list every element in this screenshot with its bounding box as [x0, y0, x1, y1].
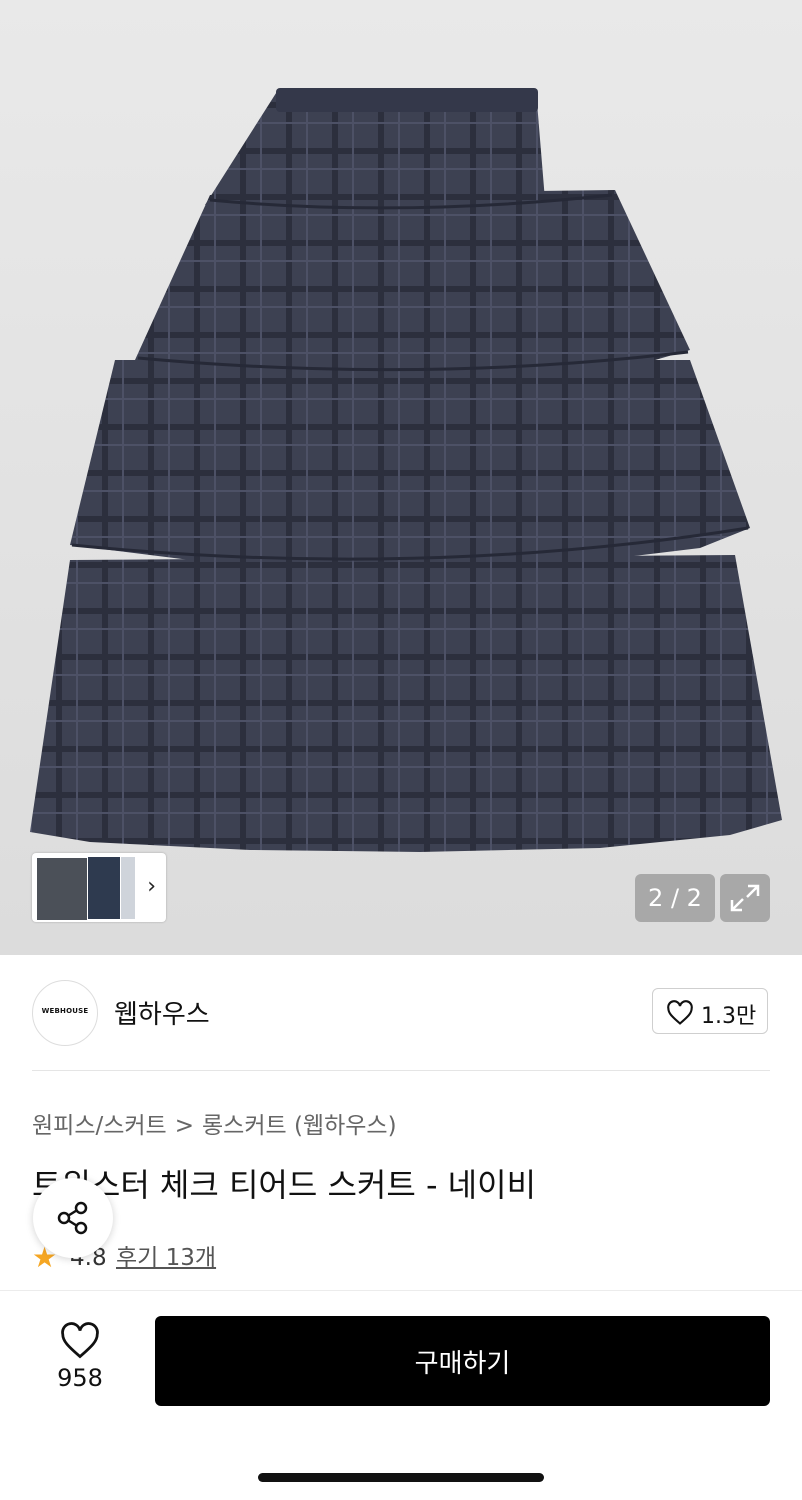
breadcrumb-separator-icon: >: [174, 1113, 194, 1139]
breadcrumb-category[interactable]: 원피스/스커트: [32, 1113, 167, 1139]
wishlist-button[interactable]: 958: [40, 1318, 120, 1398]
breadcrumb-subcategory[interactable]: 롱스커트 (웹하우스): [202, 1113, 397, 1139]
brand-like-button[interactable]: 1.3만: [652, 988, 768, 1034]
heart-icon: [667, 1000, 693, 1025]
brand-row: WEBHOUSE 웹하우스 1.3만: [32, 980, 770, 1046]
expand-button[interactable]: [720, 874, 770, 922]
brand-logo[interactable]: WEBHOUSE: [32, 980, 98, 1046]
home-indicator: [258, 1473, 544, 1482]
brand-logo-text: WEBHOUSE: [41, 1007, 89, 1015]
bottom-bar-divider: [0, 1290, 802, 1291]
product-image: [30, 88, 782, 852]
share-button[interactable]: [33, 1178, 113, 1258]
chevron-right-icon[interactable]: ›: [147, 874, 156, 899]
thumbnail-2[interactable]: [88, 857, 120, 919]
expand-icon: [730, 884, 760, 912]
wishlist-count: 958: [57, 1364, 103, 1392]
share-icon: [57, 1201, 88, 1235]
brand-like-count: 1.3만: [701, 1004, 757, 1029]
thumbnail-1[interactable]: [36, 857, 88, 921]
buy-button[interactable]: 구매하기: [155, 1316, 770, 1406]
thumbnail-3[interactable]: [121, 857, 135, 919]
breadcrumb: 원피스/스커트 > 롱스커트 (웹하우스): [32, 1106, 397, 1140]
heart-icon: [61, 1322, 99, 1359]
thumbnail-strip[interactable]: ›: [32, 853, 166, 922]
product-image-gallery[interactable]: › 2 / 2: [0, 0, 802, 955]
divider: [32, 1070, 770, 1071]
brand-name[interactable]: 웹하우스: [114, 994, 210, 1031]
image-counter: 2 / 2: [635, 874, 715, 922]
reviews-link[interactable]: 후기 13개: [116, 1242, 216, 1274]
